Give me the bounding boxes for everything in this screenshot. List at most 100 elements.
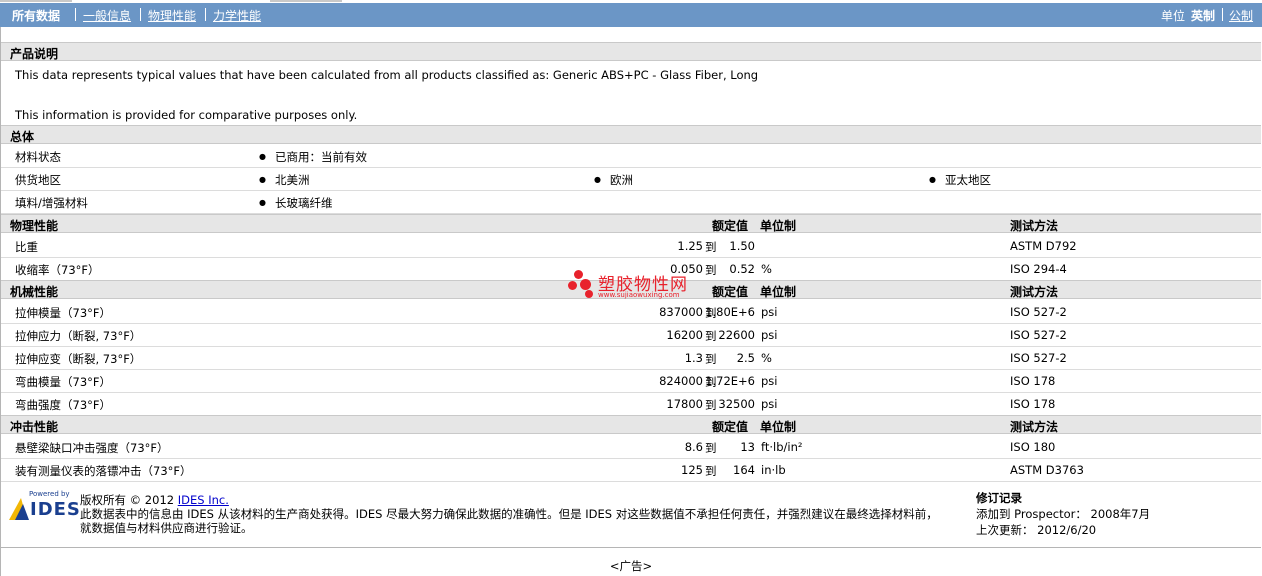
property-label: 拉伸应力（断裂, 73°F） [15, 329, 142, 343]
value-unit: psi [761, 397, 778, 411]
ides-link[interactable]: IDES Inc. [178, 493, 229, 507]
table-row: 弯曲强度（73°F） 17800 到 32500 psi ISO 178 [1, 393, 1261, 416]
value-low: 16200 [666, 328, 703, 342]
test-method: ISO 178 [1010, 374, 1056, 388]
test-method: ISO 527-2 [1010, 351, 1067, 365]
revision-updated: 上次更新： 2012/6/20 [976, 523, 1097, 537]
test-method: ASTM D3763 [1010, 463, 1084, 477]
test-method: ISO 180 [1010, 440, 1056, 454]
property-label: 装有测量仪表的落镖冲击（73°F） [15, 464, 192, 478]
nav-separator [75, 8, 76, 21]
ides-logo-icon [9, 498, 29, 520]
table-row: 比重 1.25 到 1.50 ASTM D792 [1, 235, 1261, 258]
test-method: ISO 527-2 [1010, 305, 1067, 319]
value-high: 2.5 [736, 351, 755, 365]
value-high: 13 [740, 440, 755, 454]
value-to: 到 [705, 352, 717, 366]
section-physical: 物理性能 额定值 单位制 测试方法 [1, 214, 1261, 233]
value-high: 22600 [718, 328, 755, 342]
unit-english[interactable]: 英制 [1191, 7, 1215, 24]
tab-physical[interactable]: 物理性能 [148, 7, 196, 24]
test-method: ISO 527-2 [1010, 328, 1067, 342]
value-low: 1.25 [677, 239, 703, 253]
table-row: 材料状态 已商用：当前有效 [1, 145, 1261, 168]
copyright-prefix: 版权所有 © 2012 [80, 493, 175, 507]
col-header-method: 测试方法 [1010, 285, 1059, 299]
product-description-line2: This information is provided for compara… [15, 108, 358, 122]
section-title: 冲击性能 [10, 420, 59, 434]
property-value: 北美洲 [259, 172, 310, 188]
section-title: 物理性能 [10, 219, 59, 233]
value-to: 到 [705, 464, 717, 478]
value-high: 164 [733, 463, 755, 477]
ides-logo[interactable]: Powered by IDES [7, 490, 80, 524]
tab-mechanical[interactable]: 力学性能 [213, 7, 261, 24]
table-row: 填料/增强材料 长玻璃纤维 [1, 191, 1261, 214]
section-title: 产品说明 [10, 47, 59, 61]
value-unit: ft·lb/in² [761, 440, 803, 454]
value-high: 1.80E+6 [705, 305, 755, 319]
section-product-description: 产品说明 [1, 42, 1261, 61]
value-unit: % [761, 351, 772, 365]
value-low: 837000 [659, 305, 703, 319]
value-high: 1.50 [729, 239, 755, 253]
value-high: 1.72E+6 [705, 374, 755, 388]
watermark-dot [585, 290, 593, 298]
value-high: 32500 [718, 397, 755, 411]
value-high: 0.52 [729, 262, 755, 276]
test-method: ISO 294-4 [1010, 262, 1067, 276]
product-description-line1: This data represents typical values that… [15, 68, 759, 82]
nav-bar: 所有数据 一般信息 物理性能 力学性能 单位 英制 公制 [0, 3, 1262, 27]
table-row: 拉伸模量（73°F） 837000 到 1.80E+6 psi ISO 527-2 [1, 301, 1261, 324]
property-value: 已商用：当前有效 [259, 149, 367, 165]
value-unit: psi [761, 305, 778, 319]
tab-indicator [270, 0, 342, 2]
value-low: 17800 [666, 397, 703, 411]
property-label: 拉伸应变（断裂, 73°F） [15, 352, 142, 366]
disclaimer-line2: 就数据值与材料供应商进行验证。 [80, 521, 253, 535]
property-value: 亚太地区 [929, 172, 991, 188]
col-header-rated: 额定值 [712, 420, 749, 434]
property-label: 弯曲强度（73°F） [15, 398, 111, 412]
property-label: 拉伸模量（73°F） [15, 306, 111, 320]
section-title: 总体 [10, 130, 35, 144]
tab-indicator [0, 0, 72, 2]
test-method: ASTM D792 [1010, 239, 1077, 253]
value-low: 1.3 [684, 351, 703, 365]
watermark-dot [580, 279, 591, 290]
table-row: 拉伸应变（断裂, 73°F） 1.3 到 2.5% ISO 527-2 [1, 347, 1261, 370]
value-to: 到 [705, 329, 717, 343]
unit-metric-link[interactable]: 公制 [1229, 7, 1253, 24]
property-value: 欧洲 [594, 172, 633, 188]
col-header-rated: 额定值 [712, 285, 749, 299]
property-label: 悬壁梁缺口冲击强度（73°F） [15, 441, 169, 455]
value-low: 8.6 [684, 440, 703, 454]
nav-separator [205, 8, 206, 21]
value-low: 125 [681, 463, 703, 477]
table-row: 悬壁梁缺口冲击强度（73°F） 8.6 到 13 ft·lb/in² ISO 180 [1, 436, 1261, 459]
property-label: 供货地区 [15, 173, 61, 187]
property-label: 收缩率（73°F） [15, 263, 100, 277]
value-to: 到 [705, 441, 717, 455]
ad-placeholder: <广告> [609, 559, 653, 573]
test-method: ISO 178 [1010, 397, 1056, 411]
value-unit: psi [761, 328, 778, 342]
watermark-dot [568, 281, 577, 290]
col-header-rated: 额定值 [712, 219, 749, 233]
revision-title: 修订记录 [976, 491, 1022, 505]
watermark-url: www.sujiaowuxing.com [598, 291, 680, 299]
col-header-unit: 单位制 [760, 219, 797, 233]
table-row: 供货地区 北美洲 欧洲 亚太地区 [1, 168, 1261, 191]
col-header-method: 测试方法 [1010, 420, 1059, 434]
footer: Powered by IDES 版权所有 © 2012 IDES Inc. 此数… [1, 486, 1261, 548]
value-unit: in·lb [761, 463, 786, 477]
property-label: 材料状态 [15, 150, 61, 164]
tab-all-data[interactable]: 所有数据 [12, 7, 60, 24]
revision-added: 添加到 Prospector： 2008年7月 [976, 507, 1151, 521]
section-impact: 冲击性能 额定值 单位制 测试方法 [1, 415, 1261, 434]
value-low: 824000 [659, 374, 703, 388]
value-unit: % [761, 262, 772, 276]
nav-separator [140, 8, 141, 21]
section-general: 总体 [1, 125, 1261, 144]
tab-general-info[interactable]: 一般信息 [83, 7, 131, 24]
